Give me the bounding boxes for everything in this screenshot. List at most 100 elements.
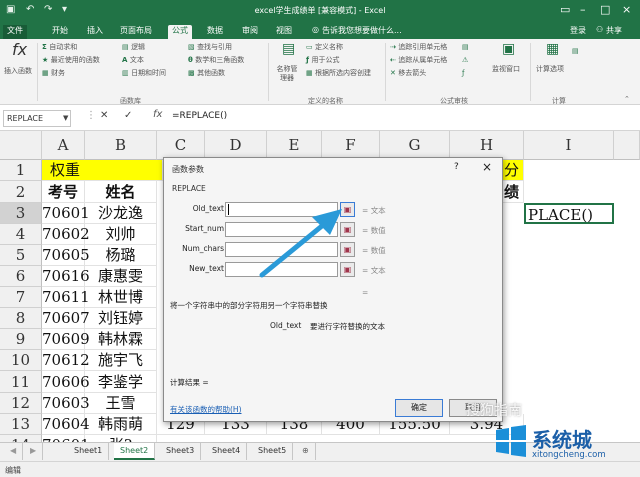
tab-review[interactable]: 审阅 <box>238 25 262 39</box>
cell-name[interactable]: 李鉴学 <box>85 371 157 393</box>
cell-h2[interactable]: 绩 <box>500 181 524 203</box>
cell-id[interactable]: 70606 <box>42 371 90 393</box>
sheet-tab-active[interactable]: Sheet2 <box>114 443 156 460</box>
cell-a1[interactable]: 权重 <box>42 160 163 181</box>
formula-input[interactable]: =REPLACE() <box>172 111 227 121</box>
cancel-icon[interactable]: ✕ <box>100 110 108 121</box>
share-button[interactable]: 共享 <box>606 25 622 36</box>
function-help-link[interactable]: 有关该函数的帮助(H) <box>170 404 242 415</box>
dialog-close-button[interactable]: × <box>482 160 492 174</box>
error-check-icon[interactable]: ⚠ <box>462 56 468 65</box>
tab-formulas[interactable]: 公式 <box>168 25 192 39</box>
cell-name[interactable]: 韩林霖 <box>85 329 157 350</box>
watch-window-button[interactable]: 监视窗口 <box>492 65 520 74</box>
calc-options-button[interactable]: 计算选项 <box>536 65 564 74</box>
column-header[interactable]: B <box>85 131 157 160</box>
sheet-tab[interactable]: Sheet3 <box>160 443 202 460</box>
new-sheet-icon[interactable]: ⊕ <box>296 443 316 460</box>
tab-file[interactable]: 文件 <box>3 25 27 39</box>
sheet-tab[interactable]: Sheet5 <box>252 443 294 460</box>
cell-name[interactable]: 康惠雯 <box>85 266 157 287</box>
show-formulas-icon[interactable]: ▤ <box>462 43 469 52</box>
cell-id[interactable]: 70605 <box>42 245 90 266</box>
define-name-button[interactable]: 定义名称 <box>315 43 343 51</box>
login-link[interactable]: 登录 <box>570 25 586 36</box>
sheet-tab[interactable]: Sheet1 <box>68 443 110 460</box>
tab-data[interactable]: 数据 <box>203 25 227 39</box>
column-header[interactable]: D <box>205 131 267 160</box>
row-header[interactable]: 14 <box>0 435 42 442</box>
use-in-formula-button[interactable]: 用于公式 <box>311 56 339 64</box>
tab-page-layout[interactable]: 页面布局 <box>116 25 156 39</box>
cell-name[interactable]: 王雪 <box>85 393 157 414</box>
row-header[interactable]: 6 <box>0 266 42 287</box>
row-header[interactable]: 13 <box>0 414 42 435</box>
calc-now-icon[interactable]: ▤ <box>572 47 579 56</box>
date-time-button[interactable]: 日期和时间 <box>131 69 166 77</box>
ok-button[interactable]: 确定 <box>395 399 443 417</box>
help-question-icon[interactable]: ? <box>454 162 459 172</box>
cell-name[interactable]: 施宇飞 <box>85 350 157 371</box>
column-header[interactable]: I <box>524 131 614 160</box>
cell-name[interactable]: 刘钰婷 <box>85 308 157 329</box>
column-header[interactable] <box>614 131 640 160</box>
cell-name[interactable]: 韩雨萌 <box>85 414 157 435</box>
column-header[interactable]: F <box>322 131 380 160</box>
share-icon[interactable]: ⚇ <box>596 25 603 34</box>
cell-a2[interactable]: 考号 <box>42 181 85 203</box>
insert-function-icon[interactable]: fx <box>153 109 162 120</box>
remove-arrows-button[interactable]: 移去箭头 <box>398 69 426 77</box>
logical-button[interactable]: 逻辑 <box>131 43 145 51</box>
sheet-tab[interactable]: Sheet4 <box>206 443 248 460</box>
text-button[interactable]: 文本 <box>130 56 144 64</box>
cell-id[interactable]: 70603 <box>42 393 90 414</box>
math-button[interactable]: 数学和三角函数 <box>195 56 244 64</box>
enter-icon[interactable]: ✓ <box>124 110 132 121</box>
close-icon[interactable]: × <box>622 3 631 16</box>
trace-precedents-button[interactable]: 追踪引用单元格 <box>398 43 447 51</box>
cell-id[interactable]: 70604 <box>42 414 90 435</box>
cell-name[interactable]: 张? <box>85 435 157 442</box>
cell-id[interactable]: 70612 <box>42 350 90 371</box>
name-box[interactable]: REPLACE <box>3 110 71 127</box>
column-header[interactable]: G <box>380 131 450 160</box>
cell-id[interactable]: 70602 <box>42 224 90 245</box>
evaluate-formula-icon[interactable]: ƒ <box>462 69 464 78</box>
name-manager-button[interactable]: 名称管理器 <box>274 65 300 83</box>
cell-id[interactable]: 70609 <box>42 329 90 350</box>
cell-name[interactable]: 林世博 <box>85 287 157 308</box>
recent-functions-button[interactable]: 最近使用的函数 <box>51 56 100 64</box>
minimize-icon[interactable]: – <box>580 3 586 16</box>
trace-dependents-button[interactable]: 追踪从属单元格 <box>398 56 447 64</box>
more-functions-button[interactable]: 其他函数 <box>197 69 225 77</box>
cell-name[interactable]: 杨璐 <box>85 245 157 266</box>
cell-h1[interactable]: 分 <box>500 160 524 181</box>
row-header[interactable]: 12 <box>0 393 42 414</box>
cell-id[interactable]: 70601 <box>42 203 90 224</box>
row-header[interactable]: 9 <box>0 329 42 350</box>
column-header[interactable]: H <box>450 131 524 160</box>
column-header[interactable]: C <box>157 131 205 160</box>
collapse-ribbon-icon[interactable]: ⌃ <box>624 95 630 104</box>
row-header[interactable]: 3 <box>0 203 42 224</box>
tab-insert[interactable]: 插入 <box>83 25 107 39</box>
cell-name[interactable]: 沙龙逸 <box>85 203 157 224</box>
next-sheet-icon[interactable]: ▶ <box>24 443 44 460</box>
cell-name[interactable]: 刘帅 <box>85 224 157 245</box>
row-header[interactable]: 7 <box>0 287 42 308</box>
cell-id[interactable]: 70611 <box>42 287 90 308</box>
ribbon-display-icon[interactable]: ▭ <box>560 3 570 16</box>
cell-b2[interactable]: 姓名 <box>85 181 157 203</box>
autosum-button[interactable]: 自动求和 <box>49 43 77 51</box>
select-all-corner[interactable] <box>0 131 42 160</box>
active-cell-i3[interactable]: PLACE() <box>524 203 614 224</box>
row-header[interactable]: 10 <box>0 350 42 371</box>
prev-sheet-icon[interactable]: ◀ <box>4 443 24 460</box>
row-header[interactable]: 1 <box>0 160 42 181</box>
cell-id[interactable]: 70616 <box>42 266 90 287</box>
tab-view[interactable]: 视图 <box>272 25 296 39</box>
tell-me-input[interactable]: 告诉我您想要做什么... <box>322 25 402 36</box>
row-header[interactable]: 5 <box>0 245 42 266</box>
create-from-selection-button[interactable]: 根据所选内容创建 <box>315 69 371 77</box>
cell-id[interactable]: 70607 <box>42 308 90 329</box>
